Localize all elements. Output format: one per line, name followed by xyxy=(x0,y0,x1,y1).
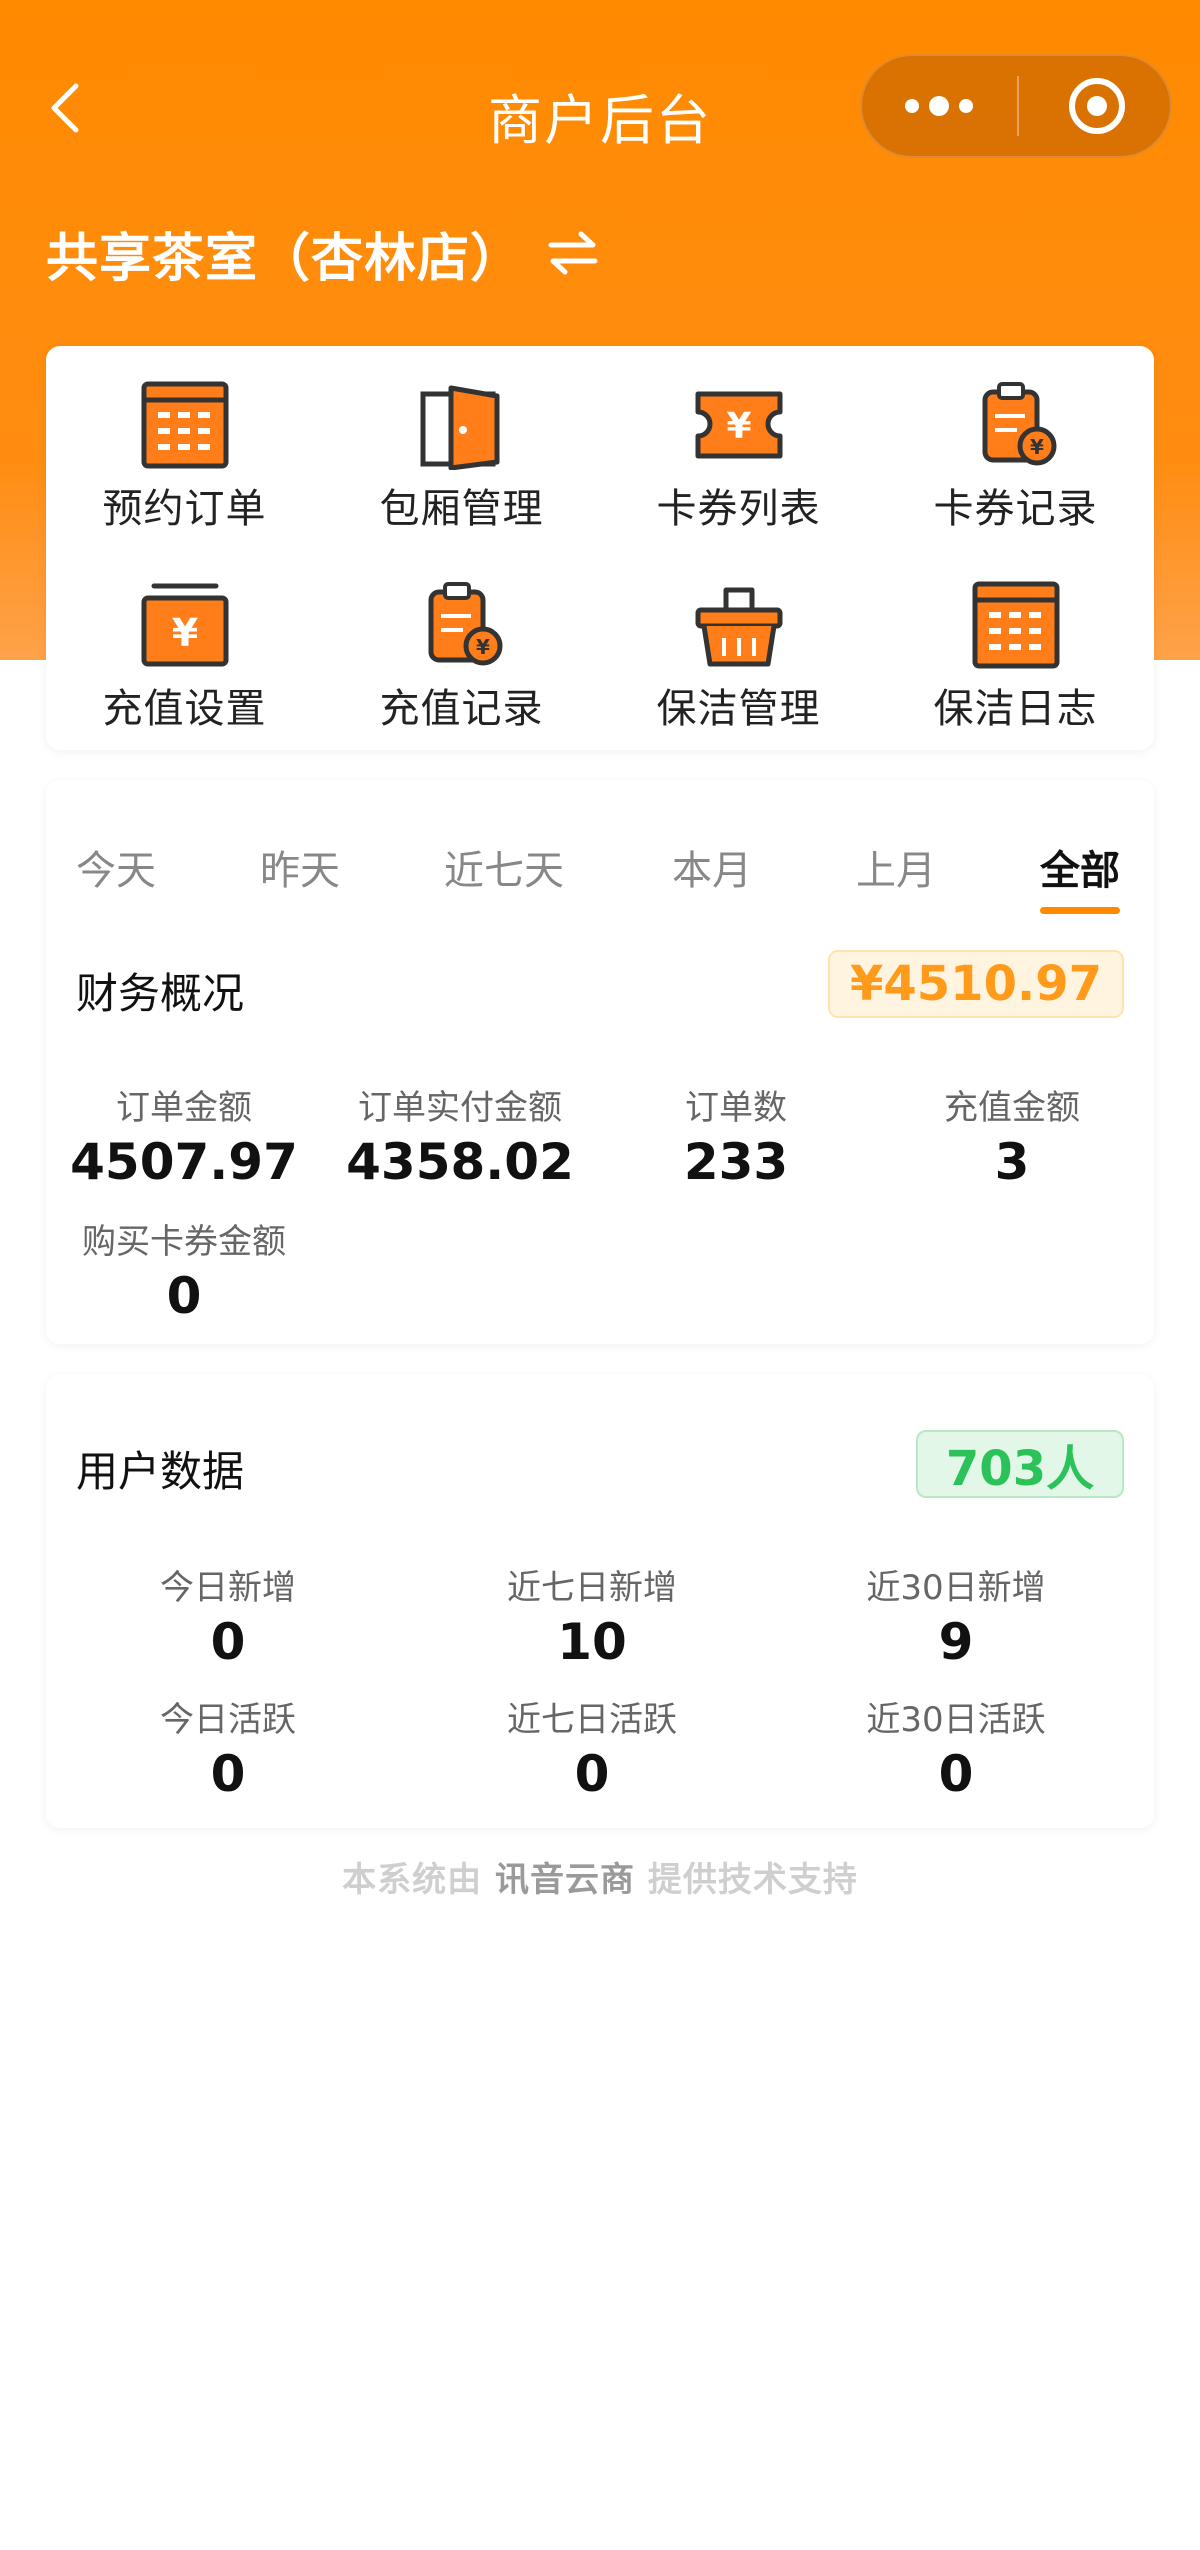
menu-item-label: 充值记录 xyxy=(379,686,544,732)
ticket-yen-icon: ¥ xyxy=(695,391,782,459)
menu-item-coupon-records[interactable]: ¥ 卡券记录 xyxy=(877,350,1154,550)
footer-brand: 讯音云商 xyxy=(495,1860,635,1900)
tab-yesterday[interactable]: 昨天 xyxy=(260,838,340,896)
stat-label: 近七日新增 xyxy=(507,1568,677,1608)
stat-today-active: 今日活跃 0 xyxy=(46,1692,410,1803)
menu-item-recharge-records[interactable]: ¥ 充值记录 xyxy=(323,550,600,750)
footer-suffix: 提供技术支持 xyxy=(635,1860,858,1900)
stat-value: 10 xyxy=(557,1613,627,1671)
stat-value: 0 xyxy=(166,1267,202,1325)
door-icon xyxy=(420,385,499,470)
target-circle-icon xyxy=(1069,78,1125,134)
tab-all[interactable]: 全部 xyxy=(1040,838,1120,914)
tab-last-seven-days[interactable]: 近七天 xyxy=(444,838,564,896)
menu-item-booking-orders[interactable]: 预约订单 xyxy=(46,350,323,550)
footer-prefix: 本系统由 xyxy=(342,1860,495,1900)
function-menu-card: 预约订单 包厢管理 ¥ 卡券列表 ¥ 卡券记录 ¥ 充值设置 ¥ 充值记录 保洁… xyxy=(46,346,1154,750)
mini-program-capsule xyxy=(860,54,1172,158)
stat-value: 0 xyxy=(574,1745,610,1803)
clipboard-yen-icon: ¥ xyxy=(982,382,1056,466)
tab-this-month[interactable]: 本月 xyxy=(672,838,752,896)
basket-icon xyxy=(695,587,782,667)
stat-coupon-purchase-amount: 购买卡券金额 0 xyxy=(46,1214,322,1325)
stat-recharge-amount: 充值金额 3 xyxy=(874,1080,1150,1191)
active-tab-indicator xyxy=(1040,907,1120,914)
stat-thirty-day-active: 近30日活跃 0 xyxy=(774,1692,1138,1803)
svg-text:¥: ¥ xyxy=(726,406,751,447)
stat-order-count: 订单数 233 xyxy=(598,1080,874,1191)
stat-value: 233 xyxy=(683,1133,789,1191)
menu-item-label: 卡券列表 xyxy=(656,486,821,532)
menu-item-room-management[interactable]: 包厢管理 xyxy=(323,350,600,550)
stat-value: 4507.97 xyxy=(70,1133,298,1191)
menu-item-cleaning-log[interactable]: 保洁日志 xyxy=(877,550,1154,750)
stat-value: 0 xyxy=(938,1745,974,1803)
stat-label: 今日新增 xyxy=(160,1568,296,1608)
svg-text:¥: ¥ xyxy=(476,635,490,659)
date-range-tabs: 今天 昨天 近七天 本月 上月 全部 xyxy=(46,780,1154,914)
user-section-title: 用户数据 xyxy=(76,1447,245,1496)
menu-item-label: 包厢管理 xyxy=(379,486,544,532)
stat-label: 订单金额 xyxy=(116,1088,252,1128)
stat-label: 近七日活跃 xyxy=(507,1700,677,1740)
user-total-badge: 703人 xyxy=(916,1430,1124,1498)
tech-support-footer: 本系统由 讯音云商 提供技术支持 xyxy=(0,1852,1200,1901)
stat-value: 9 xyxy=(938,1613,974,1671)
stat-label: 今日活跃 xyxy=(160,1700,296,1740)
stat-seven-day-new: 近七日新增 10 xyxy=(410,1560,774,1671)
stat-label: 订单数 xyxy=(685,1088,787,1128)
finance-overview-card: 今天 昨天 近七天 本月 上月 全部 财务概况 ¥4510.97 订单金额 45… xyxy=(46,780,1154,1344)
svg-text:¥: ¥ xyxy=(171,611,197,655)
swap-arrows-icon xyxy=(548,231,598,275)
navbar: 商户后台 xyxy=(0,40,1200,175)
calendar-grid-icon xyxy=(141,381,228,469)
menu-item-recharge-settings[interactable]: ¥ 充值设置 xyxy=(46,550,323,750)
stat-value: 0 xyxy=(210,1745,246,1803)
menu-item-label: 卡券记录 xyxy=(933,486,1098,532)
svg-text:¥: ¥ xyxy=(1030,435,1044,459)
user-data-card: 用户数据 703人 今日新增 0 近七日新增 10 近30日新增 9 今日活跃 … xyxy=(46,1374,1154,1828)
finance-total-badge: ¥4510.97 xyxy=(828,950,1124,1018)
menu-item-coupon-list[interactable]: ¥ 卡券列表 xyxy=(600,350,877,550)
menu-item-cleaning-management[interactable]: 保洁管理 xyxy=(600,550,877,750)
store-name: 共享茶室（杏林店） xyxy=(46,228,524,289)
finance-section-title: 财务概况 xyxy=(76,969,245,1018)
stat-value: 0 xyxy=(210,1613,246,1671)
stat-label: 购买卡券金额 xyxy=(82,1222,286,1262)
stat-thirty-day-new: 近30日新增 9 xyxy=(774,1560,1138,1671)
tab-last-month[interactable]: 上月 xyxy=(856,838,936,896)
tab-all-label: 全部 xyxy=(1040,848,1120,894)
more-button[interactable] xyxy=(862,56,1017,156)
menu-item-label: 保洁管理 xyxy=(656,686,821,732)
more-dots-icon xyxy=(905,96,973,116)
wallet-yen-icon: ¥ xyxy=(141,583,228,667)
tab-today[interactable]: 今天 xyxy=(76,838,156,896)
stat-seven-day-active: 近七日活跃 0 xyxy=(410,1692,774,1803)
calendar-grid-icon xyxy=(972,581,1059,669)
stat-value: 3 xyxy=(994,1133,1030,1191)
stat-label: 订单实付金额 xyxy=(358,1088,562,1128)
menu-item-label: 保洁日志 xyxy=(933,686,1098,732)
stat-order-paid-amount: 订单实付金额 4358.02 xyxy=(322,1080,598,1191)
stat-label: 近30日活跃 xyxy=(866,1700,1046,1740)
store-switcher[interactable]: 共享茶室（杏林店） xyxy=(46,218,601,289)
stat-value: 4358.02 xyxy=(346,1133,574,1191)
stat-order-amount: 订单金额 4507.97 xyxy=(46,1080,322,1191)
clipboard-yen-icon: ¥ xyxy=(428,582,502,666)
stat-today-new: 今日新增 0 xyxy=(46,1560,410,1671)
stat-label: 近30日新增 xyxy=(866,1568,1046,1608)
menu-item-label: 预约订单 xyxy=(102,486,267,532)
close-miniprogram-button[interactable] xyxy=(1019,56,1174,156)
stat-label: 充值金额 xyxy=(944,1088,1080,1128)
menu-item-label: 充值设置 xyxy=(102,686,267,732)
